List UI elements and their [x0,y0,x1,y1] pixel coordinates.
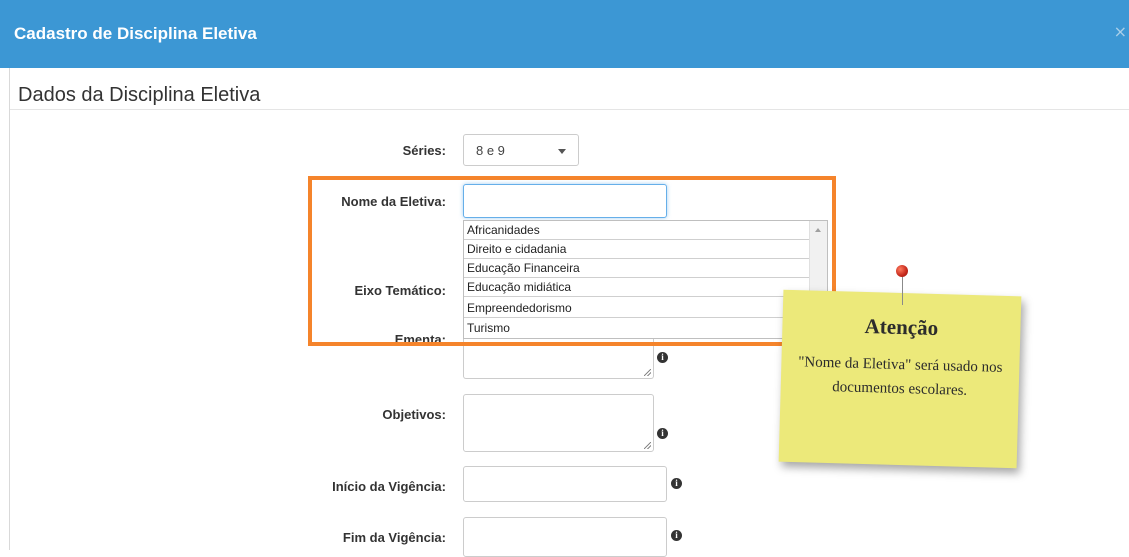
ementa-label: Ementa: [394,332,446,343]
ementa-textarea[interactable] [463,339,654,379]
info-icon[interactable]: i [657,352,668,363]
sticky-note: Atenção "Nome da Eletiva" será usado nos… [778,289,1022,469]
section-divider [10,109,1129,110]
note-title: Atenção [864,313,939,341]
objetivos-label: Objetivos: [382,407,446,422]
modal-title: Cadastro de Disciplina Eletiva [14,24,257,43]
series-select-value: 8 e 9 [476,143,505,158]
eixo-option[interactable]: Africanidades [464,221,810,240]
info-icon[interactable]: i [671,530,682,541]
series-label: Séries: [402,143,446,158]
inicio-vigencia-input[interactable] [463,466,667,502]
inicio-vigencia-label: Início da Vigência: [332,479,446,494]
modal-header: Cadastro de Disciplina Eletiva × [0,0,1129,68]
eixo-tematico-label: Eixo Temático: [354,283,446,298]
scroll-up-icon[interactable] [815,228,821,232]
nome-eletiva-input[interactable] [463,184,667,218]
pin-needle [902,275,903,305]
fim-vigencia-input[interactable] [463,517,667,557]
resize-grip-icon[interactable] [644,369,651,376]
eixo-tematico-listbox[interactable]: Africanidades Direito e cidadania Educaç… [463,220,828,339]
resize-grip-icon[interactable] [644,442,651,449]
close-icon[interactable]: × [1114,22,1127,41]
note-text: "Nome da Eletiva" será usado nos documen… [798,354,1003,399]
objetivos-textarea[interactable] [463,394,654,452]
eixo-option[interactable]: Turismo [464,319,810,338]
pushpin-icon [896,265,908,277]
eixo-option[interactable]: Educação midiática [464,278,810,297]
fim-vigencia-label: Fim da Vigência: [342,530,446,545]
nome-eletiva-label: Nome da Eletiva: [341,194,446,209]
eixo-option[interactable]: Empreendedorismo [464,299,810,318]
series-select[interactable]: 8 e 9 [463,134,579,166]
info-icon[interactable]: i [657,428,668,439]
eixo-option[interactable]: Educação Financeira [464,259,810,278]
info-icon[interactable]: i [671,478,682,489]
eixo-option[interactable]: Direito e cidadania [464,240,810,259]
section-title: Dados da Disciplina Eletiva [18,84,261,106]
chevron-down-icon [558,149,566,154]
